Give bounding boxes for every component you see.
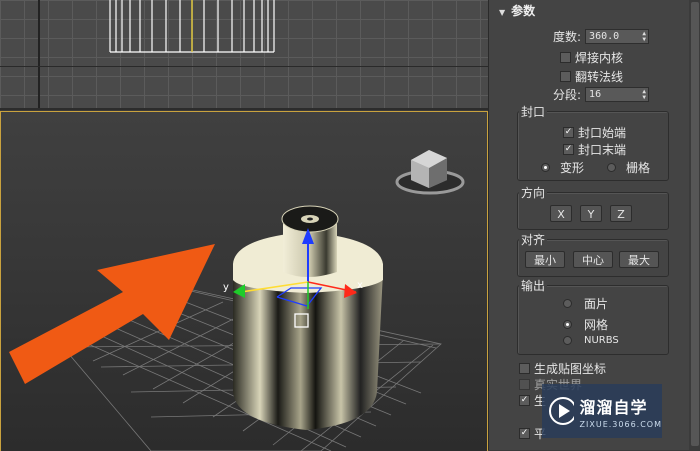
morph-row[interactable]: 变形 [541,159,584,176]
segments-value: 16 [589,89,602,100]
watermark-main-text: 溜溜自学 [579,397,648,417]
gen-map-coords-row[interactable]: 生成贴图坐标 [519,360,606,377]
grid-radio[interactable] [607,163,616,172]
grid-label: 栅格 [626,161,651,175]
direction-x-button[interactable]: X [550,205,572,222]
nurbs-radio[interactable] [563,336,572,345]
watermark-sub-text: ZIXUE.3066.COM [579,419,662,429]
cap-start-checkbox[interactable]: ✓ [563,127,574,138]
top-view-lathe-shape [109,0,275,53]
viewcube-icon[interactable] [395,150,465,195]
degrees-label: 度数: [553,30,582,44]
mesh-row[interactable]: 网格 [563,316,608,333]
collapse-triangle-icon: ▼ [499,8,506,17]
mesh-radio[interactable] [563,320,572,329]
direction-z-button[interactable]: Z [610,205,632,222]
align-max-button[interactable]: 最大 [619,251,659,268]
cap-end-checkbox[interactable]: ✓ [563,144,574,155]
gen-map-coords-checkbox[interactable] [519,363,530,374]
cap-start-label: 封口始端 [578,126,627,140]
command-panel: ▼ 参数 度数: 360.0 ▲ ▼ 焊接内核 翻转法线 分段: 16 ▲ ▼ 封口 … [488,0,700,450]
patch-radio[interactable] [563,299,572,308]
spinner-arrows-icon[interactable]: ▲ ▼ [642,30,646,43]
degrees-row: 度数: 360.0 ▲ ▼ [553,28,650,45]
align-min-button[interactable]: 最小 [525,251,565,268]
flip-normals-label: 翻转法线 [575,70,624,84]
cap-start-row[interactable]: ✓ 封口始端 [563,124,626,141]
weld-core-checkbox[interactable] [560,52,571,63]
top-viewport[interactable] [0,0,488,110]
nurbs-row[interactable]: NURBS [563,335,619,346]
morph-radio[interactable] [541,163,550,172]
flip-normals-row[interactable]: 翻转法线 [560,68,623,85]
mesh-label: 网格 [584,318,609,332]
flip-normals-checkbox[interactable] [560,71,571,82]
weld-core-row[interactable]: 焊接内核 [560,49,623,66]
direction-y-button[interactable]: Y [580,205,602,222]
patch-row[interactable]: 面片 [563,295,608,312]
spinner-arrows-icon[interactable]: ▲ ▼ [642,88,646,101]
watermark-play-logo-icon [549,397,574,425]
gizmo-x-label: x [357,280,363,291]
output-group-title: 输出 [519,277,548,294]
patch-label: 面片 [584,297,609,311]
cap-end-row[interactable]: ✓ 封口末端 [563,141,626,158]
capping-group-title: 封口 [519,103,548,120]
annotation-arrow [9,244,215,384]
segments-row: 分段: 16 ▲ ▼ [553,86,650,103]
gen-map-coords-label: 生成贴图坐标 [534,362,607,376]
watermark: 溜溜自学 ZIXUE.3066.COM [542,384,662,438]
morph-label: 变形 [560,161,585,175]
direction-group-title: 方向 [519,184,548,201]
partial-option-checkbox[interactable]: ✓ [519,395,530,406]
scrollbar-thumb[interactable] [691,2,699,446]
gizmo-y-label: y [223,282,229,293]
grid-row[interactable]: 栅格 [607,159,650,176]
nurbs-label: NURBS [584,335,619,346]
degrees-spinner[interactable]: 360.0 ▲ ▼ [585,29,650,44]
real-world-checkbox[interactable] [519,379,530,390]
degrees-value: 360.0 [589,31,620,42]
rollout-title: 参数 [511,4,536,18]
segments-label: 分段: [553,88,582,102]
weld-core-label: 焊接内核 [575,51,624,65]
perspective-viewport[interactable]: x y [0,111,488,451]
align-group-title: 对齐 [519,231,548,248]
align-center-button[interactable]: 中心 [573,251,613,268]
smooth-option-checkbox[interactable]: ✓ [519,428,530,439]
panel-scrollbar[interactable] [689,0,700,450]
cap-end-label: 封口末端 [578,143,627,157]
segments-spinner[interactable]: 16 ▲ ▼ [585,87,650,102]
parameters-rollout-header[interactable]: ▼ 参数 [499,2,535,19]
